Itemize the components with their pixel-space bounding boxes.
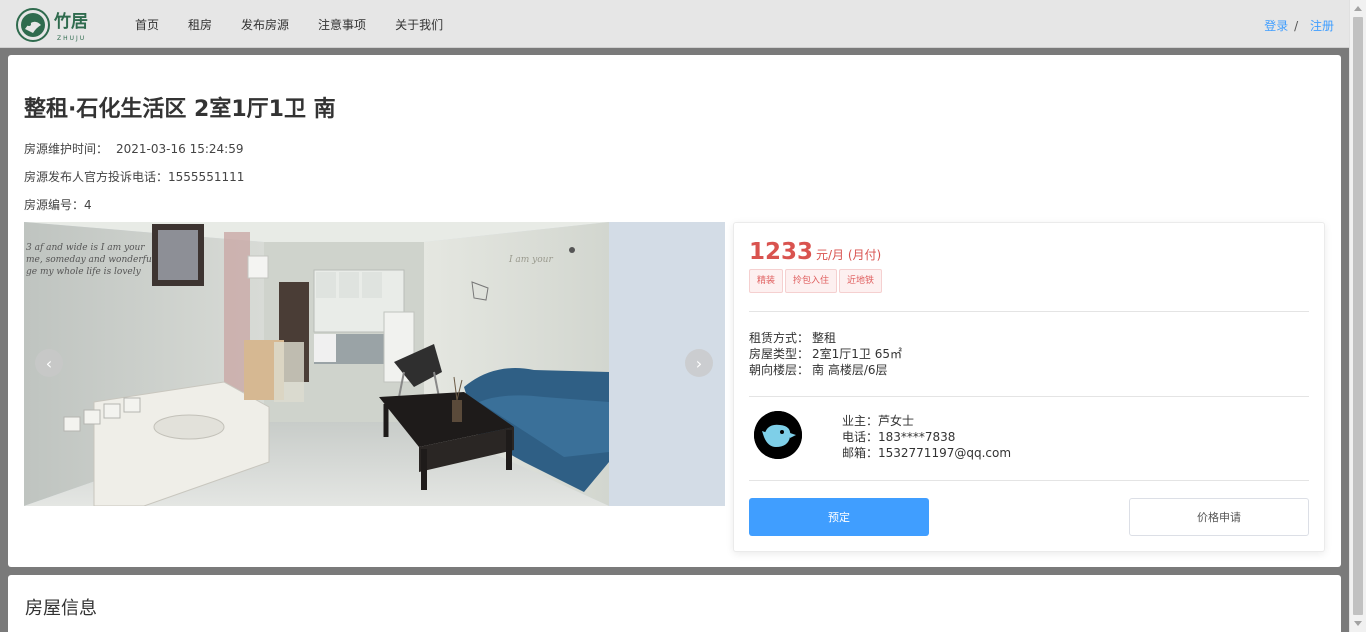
maintain-time-value: 2021-03-16 15:24:59 — [116, 142, 244, 156]
auth-separator: / — [1294, 19, 1299, 33]
tag-near-subway: 近地铁 — [839, 269, 883, 293]
complaint-phone-value: 1555551111 — [168, 170, 245, 184]
auth-links: 登录 / 注册 — [1264, 17, 1334, 34]
owner-phone: 电话：183****7838 — [842, 430, 956, 444]
house-attributes: 租赁方式： 整租 房屋类型： 2室1厅1卫 65㎡ 朝向楼层：南 高楼层/6层 — [749, 330, 902, 378]
scroll-thumb[interactable] — [1353, 17, 1363, 615]
logo-text: 竹居 — [53, 11, 88, 32]
house-info-card: 房屋信息 — [8, 575, 1341, 632]
attr-value: 2室1厅1卫 65㎡ — [812, 347, 902, 361]
divider — [749, 311, 1309, 312]
svg-text:I am your: I am your — [508, 255, 553, 265]
top-navbar: 竹居 ZHUJU 首页 租房 发布房源 注意事项 关于我们 登录 / 注册 — [0, 0, 1349, 48]
site-logo[interactable]: 竹居 ZHUJU — [16, 7, 100, 43]
photo-carousel[interactable]: 3 af and wide is I am your me, someday a… — [24, 222, 725, 506]
carousel-prev-button[interactable]: ‹ — [35, 349, 63, 377]
price-value: 1233 — [749, 239, 814, 265]
room-photo: 3 af and wide is I am your me, someday a… — [24, 222, 609, 506]
tag-move-in: 拎包入住 — [785, 269, 838, 293]
owner-info: 业主：芦女士 电话：183****7838 邮箱：1532771197@qq.c… — [842, 413, 1011, 461]
section-title: 房屋信息 — [25, 598, 97, 619]
complaint-phone-label: 房源发布人官方投诉电话： — [24, 170, 169, 184]
listing-id-value: 4 — [84, 198, 92, 212]
owner-email: 邮箱：1532771197@qq.com — [842, 446, 1012, 460]
nav-home[interactable]: 首页 — [135, 16, 159, 33]
complaint-phone-row: 房源发布人官方投诉电话：1555551111 — [24, 168, 244, 185]
logo-subtext: ZHUJU — [57, 35, 86, 42]
price-request-button[interactable]: 价格申请 — [1129, 498, 1309, 536]
book-button[interactable]: 预定 — [749, 498, 929, 536]
attr-key: 租赁方式： — [749, 331, 810, 345]
bird-icon — [754, 411, 802, 459]
page-scrollbar[interactable] — [1349, 0, 1366, 632]
listing-id-row: 房源编号：4 — [24, 196, 92, 213]
listing-id-label: 房源编号： — [24, 198, 85, 212]
attr-key: 朝向楼层： — [749, 363, 810, 377]
svg-text:me, someday and wonderful: me, someday and wonderful — [26, 255, 155, 265]
nav-publish[interactable]: 发布房源 — [241, 16, 289, 33]
rent-info-panel: 1233 元/月 (月付) 精装 拎包入住 近地铁 租赁方式： 整租 房屋类型： 2室… — [733, 222, 1325, 552]
attr-key: 房屋类型： — [749, 347, 810, 361]
tag-decorated: 精装 — [749, 269, 784, 293]
nav-about[interactable]: 关于我们 — [395, 16, 443, 33]
divider — [749, 396, 1309, 397]
scroll-up-icon[interactable] — [1354, 6, 1362, 11]
attr-house-type: 房屋类型： 2室1厅1卫 65㎡ — [749, 346, 902, 362]
attr-value: 南 高楼层/6层 — [812, 363, 888, 377]
login-link[interactable]: 登录 — [1264, 19, 1288, 33]
main-nav: 首页 租房 发布房源 注意事项 关于我们 — [135, 0, 472, 48]
maintain-time-label: 房源维护时间： — [24, 142, 109, 156]
attr-value: 整租 — [812, 331, 837, 345]
feature-tags: 精装 拎包入住 近地铁 — [749, 269, 884, 293]
svg-text:3 af and wide is I am your: 3 af and wide is I am your — [26, 243, 145, 253]
scroll-down-icon[interactable] — [1354, 621, 1362, 626]
price-unit: 元/月 (月付) — [816, 248, 882, 262]
carousel-next-button[interactable]: › — [685, 349, 713, 377]
price-block: 1233 元/月 (月付) — [749, 239, 881, 265]
owner-name: 业主：芦女士 — [842, 414, 915, 428]
svg-text:ge my whole life is lovely: ge my whole life is lovely — [26, 267, 142, 277]
listing-title: 整租·石化生活区 2室1厅1卫 南 — [24, 97, 336, 122]
owner-avatar — [754, 411, 802, 459]
bamboo-logo-icon: 竹居 ZHUJU — [16, 8, 88, 42]
attr-orientation-floor: 朝向楼层：南 高楼层/6层 — [749, 362, 902, 378]
register-link[interactable]: 注册 — [1310, 19, 1334, 33]
divider — [749, 480, 1309, 481]
nav-notice[interactable]: 注意事项 — [318, 16, 366, 33]
attr-rent-type: 租赁方式： 整租 — [749, 330, 902, 346]
maintain-time-row: 房源维护时间： 2021-03-16 15:24:59 — [24, 140, 243, 157]
listing-card: 整租·石化生活区 2室1厅1卫 南 房源维护时间： 2021-03-16 15:2… — [8, 55, 1341, 567]
nav-rent[interactable]: 租房 — [188, 16, 212, 33]
